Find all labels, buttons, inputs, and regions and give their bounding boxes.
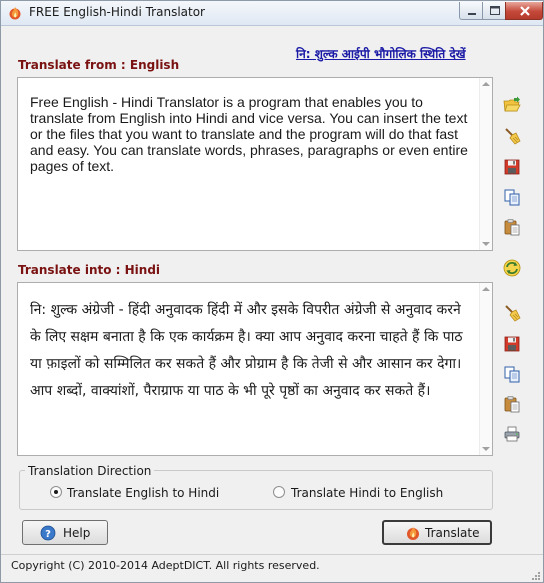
- radio-english-to-hindi[interactable]: [50, 486, 62, 498]
- translate-button[interactable]: Translate: [382, 520, 492, 545]
- window-title: FREE English-Hindi Translator: [29, 5, 205, 19]
- target-label: Translate into : Hindi: [18, 263, 161, 277]
- copyright-text: Copyright (C) 2010-2014 AdeptDICT. All r…: [11, 559, 320, 572]
- app-window: FREE English-Hindi Translator नि: शुल्क …: [0, 0, 544, 583]
- source-scrollbar[interactable]: [479, 78, 492, 250]
- paste-icon[interactable]: [503, 395, 521, 413]
- copy-icon[interactable]: [503, 188, 521, 206]
- help-label: Help: [63, 526, 91, 540]
- open-folder-icon[interactable]: [503, 96, 521, 114]
- target-textbox[interactable]: नि: शुल्क अंग्रेजी - हिंदी अनुवादक हिंदी…: [17, 282, 493, 456]
- paste-icon[interactable]: [503, 218, 521, 236]
- maximize-button[interactable]: [482, 2, 506, 20]
- direction-legend: Translation Direction: [25, 464, 155, 478]
- clear-broom-icon[interactable]: [503, 304, 521, 322]
- translate-icon: [407, 527, 419, 540]
- translate-label: Translate: [425, 526, 480, 540]
- close-button[interactable]: [505, 2, 543, 20]
- swap-direction-icon[interactable]: [503, 259, 521, 277]
- radio-label-english-to-hindi[interactable]: Translate English to Hindi: [67, 486, 219, 500]
- source-textbox[interactable]: Free English - Hindi Translator is a pro…: [17, 77, 493, 251]
- help-icon: ?: [40, 525, 56, 541]
- minimize-icon: [468, 13, 476, 15]
- print-icon[interactable]: [503, 425, 521, 443]
- svg-text:?: ?: [45, 529, 51, 540]
- scroll-up-arrow-icon[interactable]: [482, 287, 490, 291]
- scroll-down-arrow-icon[interactable]: [482, 242, 490, 246]
- source-label: Translate from : English: [18, 58, 180, 72]
- target-text: नि: शुल्क अंग्रेजी - हिंदी अनुवादक हिंदी…: [30, 302, 463, 399]
- resize-grip-icon[interactable]: [531, 571, 541, 581]
- maximize-icon: [490, 6, 500, 15]
- scroll-up-arrow-icon[interactable]: [482, 82, 490, 86]
- clear-broom-icon[interactable]: [503, 127, 521, 145]
- target-scrollbar[interactable]: [479, 283, 492, 455]
- close-icon: [520, 6, 530, 16]
- save-disk-icon[interactable]: [503, 335, 521, 353]
- radio-selected-dot: [54, 490, 58, 494]
- scroll-down-arrow-icon[interactable]: [482, 447, 490, 451]
- ip-geolocation-link[interactable]: नि: शुल्क आईपी भौगोलिक स्थिति देखें: [296, 45, 466, 62]
- copy-icon[interactable]: [503, 365, 521, 383]
- title-bar[interactable]: FREE English-Hindi Translator: [1, 1, 543, 26]
- minimize-button[interactable]: [459, 2, 483, 20]
- radio-label-hindi-to-english[interactable]: Translate Hindi to English: [291, 486, 443, 500]
- save-disk-icon[interactable]: [503, 158, 521, 176]
- radio-hindi-to-english[interactable]: [273, 486, 285, 498]
- source-text: Free English - Hindi Translator is a pro…: [30, 94, 468, 174]
- help-button[interactable]: ? Help: [22, 520, 108, 545]
- status-bar: Copyright (C) 2010-2014 AdeptDICT. All r…: [1, 554, 543, 582]
- app-icon: [9, 7, 21, 20]
